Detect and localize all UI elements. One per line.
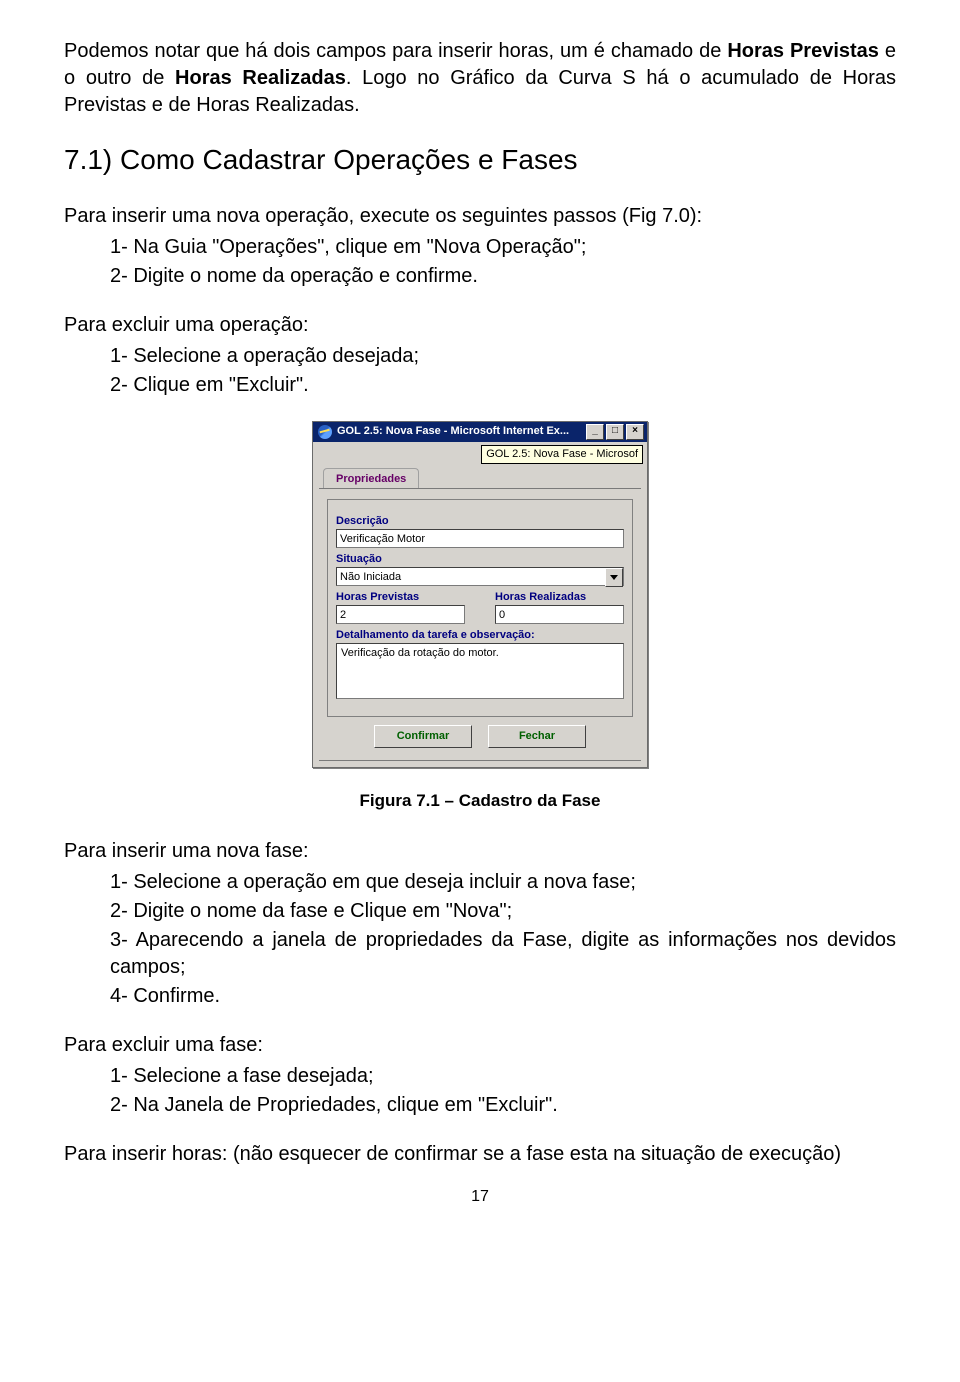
term-horas-previstas: Horas Previstas (727, 40, 879, 62)
ordered-list-3: 1- Selecione a operação em que deseja in… (110, 869, 896, 1010)
dialog-window: GOL 2.5: Nova Fase - Microsoft Internet … (312, 421, 648, 768)
list-item: 2- Digite o nome da fase e Clique em "No… (110, 898, 896, 925)
list-item: 2- Na Janela de Propriedades, clique em … (110, 1092, 896, 1119)
detalhamento-textarea[interactable] (336, 643, 624, 699)
figure-caption: Figura 7.1 – Cadastro da Fase (64, 790, 896, 813)
paragraph-6: Para inserir horas: (não esquecer de con… (64, 1141, 896, 1168)
horas-previstas-input[interactable] (336, 605, 465, 624)
maximize-button[interactable]: □ (606, 424, 624, 440)
list-item: 1- Selecione a operação em que deseja in… (110, 869, 896, 896)
ie-icon (318, 425, 332, 439)
minimize-button[interactable]: _ (586, 424, 604, 440)
confirmar-button[interactable]: Confirmar (374, 725, 472, 748)
ordered-list-2: 1- Selecione a operação desejada; 2- Cli… (110, 343, 896, 399)
label-horas-realizadas: Horas Realizadas (495, 590, 624, 605)
list-item: 1- Selecione a fase desejada; (110, 1063, 896, 1090)
close-button[interactable]: × (626, 424, 644, 440)
tab-row: Propriedades (313, 464, 647, 489)
paragraph-4: Para inserir uma nova fase: (64, 838, 896, 865)
figure-wrap: GOL 2.5: Nova Fase - Microsoft Internet … (64, 421, 896, 768)
divider (319, 760, 641, 761)
text: Podemos notar que há dois campos para in… (64, 40, 727, 62)
tooltip-bar: GOL 2.5: Nova Fase - Microsof (313, 442, 647, 464)
ordered-list-1: 1- Na Guia "Operações", clique em "Nova … (110, 234, 896, 290)
list-item: 2- Clique em "Excluir". (110, 372, 896, 399)
button-row: Confirmar Fechar (313, 725, 647, 748)
horas-realizadas-input[interactable] (495, 605, 624, 624)
ordered-list-4: 1- Selecione a fase desejada; 2- Na Jane… (110, 1063, 896, 1119)
tooltip: GOL 2.5: Nova Fase - Microsof (481, 445, 643, 464)
tab-propriedades[interactable]: Propriedades (323, 468, 419, 489)
divider (319, 488, 641, 489)
list-item: 2- Digite o nome da operação e confirme. (110, 263, 896, 290)
list-item: 1- Na Guia "Operações", clique em "Nova … (110, 234, 896, 261)
page-number: 17 (64, 1186, 896, 1208)
label-situacao: Situação (336, 552, 624, 567)
paragraph-1: Podemos notar que há dois campos para in… (64, 38, 896, 119)
descricao-input[interactable] (336, 529, 624, 548)
list-item: 1- Selecione a operação desejada; (110, 343, 896, 370)
list-item: 3- Aparecendo a janela de propriedades d… (110, 927, 896, 981)
label-descricao: Descrição (336, 514, 624, 529)
chevron-down-icon (610, 575, 618, 580)
label-detalhamento: Detalhamento da tarefa e observação: (336, 628, 624, 643)
situacao-select[interactable] (336, 567, 624, 586)
paragraph-5: Para excluir uma fase: (64, 1032, 896, 1059)
term-horas-realizadas: Horas Realizadas (175, 67, 346, 89)
form-panel: Descrição Situação Horas Previstas Hor (327, 499, 633, 716)
paragraph-2: Para inserir uma nova operação, execute … (64, 203, 896, 230)
document-page: Podemos notar que há dois campos para in… (0, 0, 960, 1238)
paragraph-3: Para excluir uma operação: (64, 312, 896, 339)
dropdown-button[interactable] (605, 568, 623, 587)
list-item: 4- Confirme. (110, 983, 896, 1010)
window-title: GOL 2.5: Nova Fase - Microsoft Internet … (337, 424, 569, 439)
fechar-button[interactable]: Fechar (488, 725, 586, 748)
situacao-value[interactable] (336, 567, 624, 586)
label-horas-previstas: Horas Previstas (336, 590, 465, 605)
section-heading: 7.1) Como Cadastrar Operações e Fases (64, 141, 896, 179)
titlebar[interactable]: GOL 2.5: Nova Fase - Microsoft Internet … (313, 422, 647, 442)
